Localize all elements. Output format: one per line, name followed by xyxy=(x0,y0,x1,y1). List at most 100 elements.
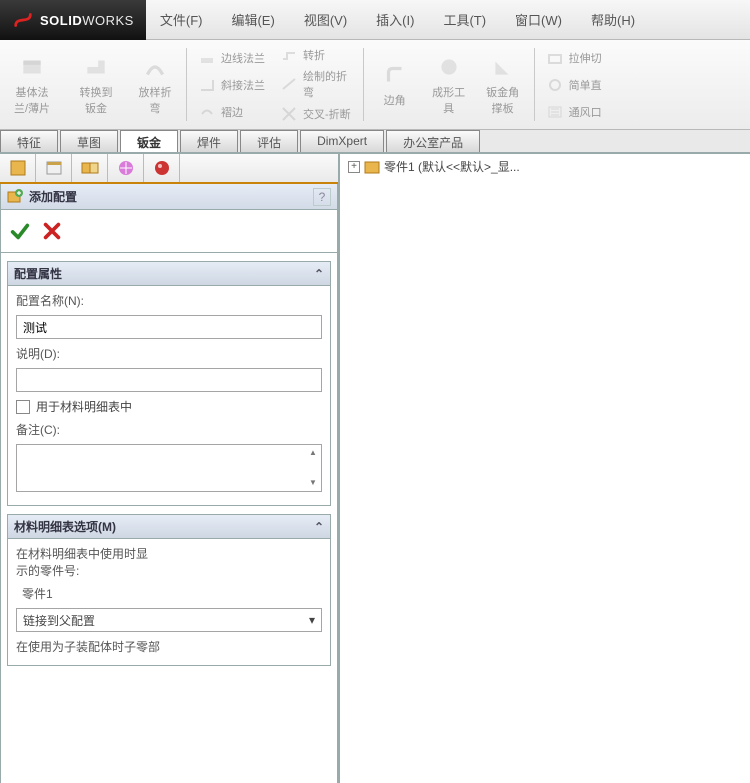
ribbon-extrude-cut[interactable]: 拉伸切 xyxy=(541,48,608,68)
ribbon-simple-hole[interactable]: 简单直 xyxy=(541,75,608,95)
ribbon-corners[interactable]: 边角 xyxy=(368,40,422,129)
pm-help-button[interactable]: ? xyxy=(313,188,331,206)
use-in-bom-label: 用于材料明细表中 xyxy=(36,398,132,415)
chevron-down-icon: ▾ xyxy=(309,613,315,627)
fm-tab-property-manager[interactable] xyxy=(36,154,72,182)
comments-textarea[interactable] xyxy=(16,444,322,492)
textarea-scroll-up[interactable]: ▲ xyxy=(306,446,320,458)
ribbon-cross-break[interactable]: 交叉-折断 xyxy=(275,104,357,124)
ribbon-small-label: 褶边 xyxy=(221,104,243,120)
cm-tab-evaluate[interactable]: 评估 xyxy=(240,130,298,152)
configuration-manager-icon xyxy=(81,159,99,177)
ribbon-small-label: 边线法兰 xyxy=(221,50,265,66)
ribbon-base-flange[interactable]: 基体法 兰/薄片 xyxy=(0,40,64,129)
command-manager-tabs: 特征 草图 钣金 焊件 评估 DimXpert 办公室产品 xyxy=(0,130,750,154)
menu-window[interactable]: 窗口(W) xyxy=(501,0,577,39)
ribbon-edge-flange[interactable]: 边线法兰 xyxy=(193,48,271,68)
fm-tab-feature-tree[interactable] xyxy=(0,154,36,182)
config-name-input[interactable] xyxy=(16,315,322,339)
description-input[interactable] xyxy=(16,368,322,392)
ribbon-separator xyxy=(363,48,364,121)
description-label: 说明(D): xyxy=(16,345,322,362)
brand-text: SOLIDWORKS xyxy=(40,13,134,28)
menu-bar: 文件(F) 编辑(E) 视图(V) 插入(I) 工具(T) 窗口(W) 帮助(H… xyxy=(146,0,750,40)
ribbon-separator xyxy=(186,48,187,121)
section-header-bom-options[interactable]: 材料明细表选项(M) ⌃ xyxy=(7,514,331,539)
bom-partno-value: 零件1 xyxy=(16,585,322,602)
base-flange-icon xyxy=(19,54,45,80)
ribbon-separator xyxy=(534,48,535,121)
flyout-feature-tree: + 零件1 (默认<<默认>_显... xyxy=(348,158,742,175)
use-in-bom-checkbox[interactable] xyxy=(16,400,30,414)
textarea-scroll-down[interactable]: ▼ xyxy=(306,476,320,488)
pm-confirm-row xyxy=(0,210,338,253)
bom-link-select[interactable]: 链接到父配置 ▾ xyxy=(16,608,322,632)
cm-tab-features[interactable]: 特征 xyxy=(0,130,58,152)
sketched-bend-icon xyxy=(281,76,297,92)
ribbon-small-label: 通风口 xyxy=(569,104,602,120)
graphics-area[interactable]: + 零件1 (默认<<默认>_显... xyxy=(340,154,750,783)
menu-edit[interactable]: 编辑(E) xyxy=(217,0,289,39)
collapse-icon: ⌃ xyxy=(314,267,324,281)
cancel-button-icon[interactable] xyxy=(41,220,63,242)
ribbon-small-label: 绘制的折 弯 xyxy=(303,68,347,100)
ribbon-lofted-bend[interactable]: 放样折 弯 xyxy=(128,40,182,129)
command-ribbon: 基体法 兰/薄片 转换到 钣金 放样折 弯 边线法兰 斜接法兰 褶边 转折 绘制… xyxy=(0,40,750,130)
cm-tab-office[interactable]: 办公室产品 xyxy=(386,130,480,152)
add-configuration-icon xyxy=(7,189,23,205)
ribbon-convert-sheetmetal[interactable]: 转换到 钣金 xyxy=(64,40,128,129)
forming-tool-icon xyxy=(436,54,462,80)
tree-expand-toggle[interactable]: + xyxy=(348,161,360,173)
menu-insert[interactable]: 插入(I) xyxy=(362,0,429,39)
lofted-bend-icon xyxy=(142,54,168,80)
ribbon-miter-flange[interactable]: 斜接法兰 xyxy=(193,75,271,95)
section-config-properties: 配置属性 ⌃ 配置名称(N): 说明(D): 用于材料明细表中 备注(C): xyxy=(7,261,331,506)
ribbon-small-label: 交叉-折断 xyxy=(303,106,351,122)
ribbon-sketched-bend[interactable]: 绘制的折 弯 xyxy=(275,66,357,102)
feature-tree-icon xyxy=(9,159,27,177)
menu-view[interactable]: 视图(V) xyxy=(290,0,362,39)
ribbon-hem[interactable]: 褶边 xyxy=(193,102,271,122)
section-title: 配置属性 xyxy=(14,265,62,282)
section-header-config-properties[interactable]: 配置属性 ⌃ xyxy=(7,261,331,286)
display-manager-icon xyxy=(153,159,171,177)
ribbon-bend-group: 转折 绘制的折 弯 交叉-折断 xyxy=(273,40,359,129)
menu-help[interactable]: 帮助(H) xyxy=(577,0,650,39)
use-in-bom-row[interactable]: 用于材料明细表中 xyxy=(16,398,322,415)
ribbon-label: 基体法 兰/薄片 xyxy=(14,84,50,116)
ribbon-small-label: 转折 xyxy=(303,47,325,63)
cm-tab-dimxpert[interactable]: DimXpert xyxy=(300,130,384,152)
cross-break-icon xyxy=(281,106,297,122)
gusset-icon xyxy=(490,54,516,80)
ok-button-icon[interactable] xyxy=(9,220,31,242)
ribbon-gusset[interactable]: 钣金角 撑板 xyxy=(476,40,530,129)
menu-tools[interactable]: 工具(T) xyxy=(429,0,501,39)
cm-tab-sketch[interactable]: 草图 xyxy=(60,130,118,152)
ribbon-flange-group: 边线法兰 斜接法兰 褶边 xyxy=(191,40,273,129)
cm-tab-weldments[interactable]: 焊件 xyxy=(180,130,238,152)
menu-file[interactable]: 文件(F) xyxy=(146,0,218,39)
part-icon xyxy=(364,159,380,175)
dimxpert-manager-icon xyxy=(117,159,135,177)
cm-tab-sheetmetal[interactable]: 钣金 xyxy=(120,130,178,152)
fm-tab-configuration-manager[interactable] xyxy=(72,154,108,182)
simple-hole-icon xyxy=(547,77,563,93)
solidworks-logo-icon xyxy=(12,9,34,31)
pm-body: 配置属性 ⌃ 配置名称(N): 说明(D): 用于材料明细表中 备注(C): xyxy=(0,253,338,783)
ribbon-vent[interactable]: 通风口 xyxy=(541,102,608,122)
tree-root-label[interactable]: 零件1 (默认<<默认>_显... xyxy=(384,158,520,175)
ribbon-label: 钣金角 撑板 xyxy=(486,84,519,116)
fm-tab-dimxpert-manager[interactable] xyxy=(108,154,144,182)
main-area: 添加配置 ? 配置属性 ⌃ 配置名称(N): 说明(D): xyxy=(0,154,750,783)
section-bom-options: 材料明细表选项(M) ⌃ 在材料明细表中使用时显 示的零件号: 零件1 链接到父… xyxy=(7,514,331,666)
comments-label: 备注(C): xyxy=(16,421,322,438)
ribbon-forming-tool[interactable]: 成形工 具 xyxy=(422,40,476,129)
fm-tab-display-manager[interactable] xyxy=(144,154,180,182)
ribbon-jog[interactable]: 转折 xyxy=(275,45,357,65)
pm-title-text: 添加配置 xyxy=(29,188,77,205)
title-bar: SOLIDWORKS 文件(F) 编辑(E) 视图(V) 插入(I) 工具(T)… xyxy=(0,0,750,40)
ribbon-small-label: 斜接法兰 xyxy=(221,77,265,93)
section-title: 材料明细表选项(M) xyxy=(14,518,116,535)
vent-icon xyxy=(547,104,563,120)
config-name-label: 配置名称(N): xyxy=(16,292,322,309)
